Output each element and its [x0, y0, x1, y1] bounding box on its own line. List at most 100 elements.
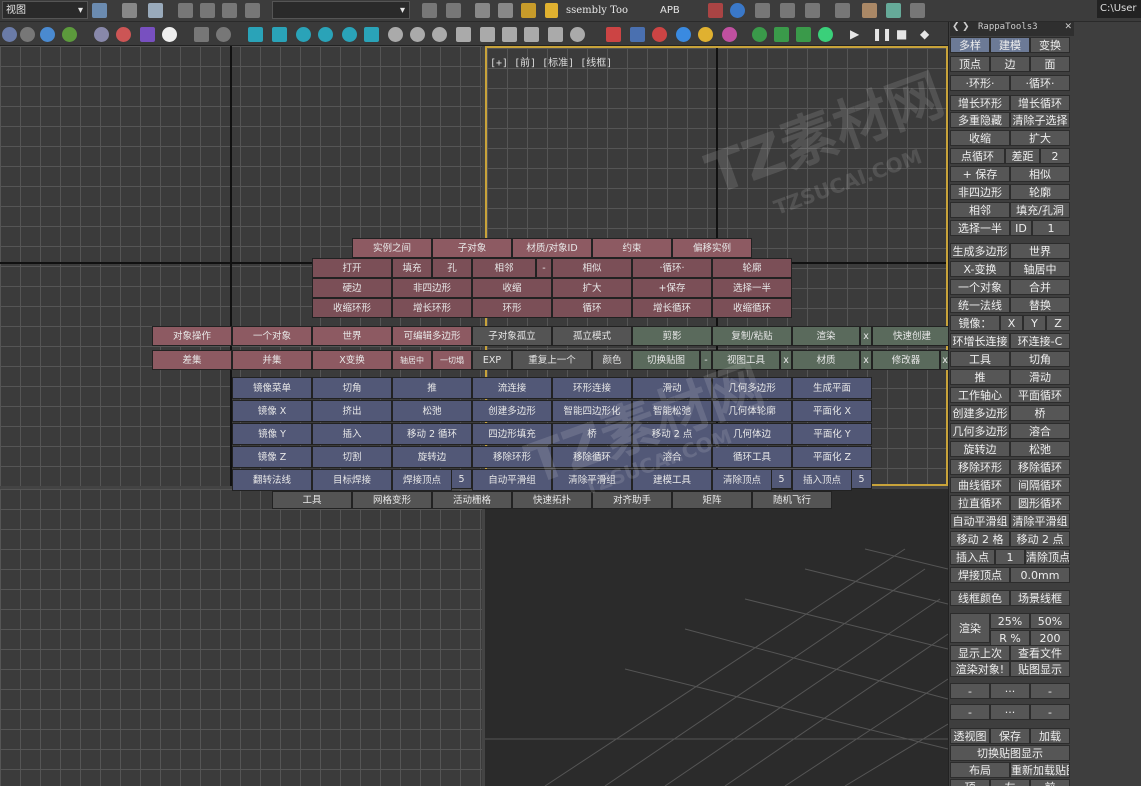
quad-outline[interactable]: 轮廓	[712, 258, 792, 278]
rappa-btn-r39-c0[interactable]: 布局	[950, 762, 1010, 778]
green-star-icon[interactable]	[818, 27, 833, 42]
rappa-btn-r17-c1[interactable]: 切角	[1010, 351, 1070, 367]
sun-icon[interactable]	[410, 27, 425, 42]
rappa-btn-r17-c0[interactable]: 工具	[950, 351, 1010, 367]
quad-blue-r2-c5[interactable]: 移动 2 点	[632, 423, 712, 445]
quad-blue-r2-c4[interactable]: 桥	[552, 423, 632, 445]
quad-blue-r0-c4[interactable]: 环形连接	[552, 377, 632, 399]
viewport-bottom-left[interactable]	[0, 489, 482, 786]
green-grid-icon[interactable]	[796, 27, 811, 42]
rappa-btn-r26-c1[interactable]: 清除平滑组	[1010, 513, 1070, 529]
quad-center-pivot[interactable]: 轴居中	[392, 350, 432, 370]
rappa-btn-r34-c0[interactable]: 渲染对象!	[950, 661, 1010, 677]
quad-tools[interactable]: 工具	[272, 491, 352, 509]
frame-icon[interactable]	[502, 27, 517, 42]
magenta-circle-icon[interactable]	[722, 27, 737, 42]
rappa-btn-r24-c1[interactable]: 间隔循环	[1010, 477, 1070, 493]
spinner-snap-icon[interactable]	[245, 3, 260, 18]
target-icon[interactable]	[524, 27, 539, 42]
quad-blue-r3-c6[interactable]: 循环工具	[712, 446, 792, 468]
tools-icon[interactable]	[910, 3, 925, 18]
rappa-btn-r28-c2[interactable]: 清除顶点	[1025, 549, 1070, 565]
rappa-btn-r0-c1[interactable]: 建模	[990, 37, 1030, 53]
quad-shrink-ring[interactable]: 收缩环形	[312, 298, 392, 318]
rappa-btn-r13-c1[interactable]: 合并	[1010, 279, 1070, 295]
percent-snap-icon[interactable]	[222, 3, 237, 18]
move-icon[interactable]	[122, 3, 137, 18]
rappa-btn-r27-c0[interactable]: 移动 2 格	[950, 531, 1010, 547]
rappa-btn-r28-c1[interactable]: 1	[995, 549, 1025, 565]
quad-object-ops[interactable]: 对象操作	[152, 326, 232, 346]
quad-blue-r0-c5[interactable]: 滑动	[632, 377, 712, 399]
quad-select-half[interactable]: 选择一半	[712, 278, 792, 298]
rappa-btn-r16-c0[interactable]: 环增长连接	[950, 333, 1010, 349]
rappa-btn-r5-c1[interactable]: 扩大	[1010, 130, 1070, 146]
mirror-icon[interactable]	[422, 3, 437, 18]
rappa-btn-r36-c1[interactable]: ···	[990, 704, 1030, 720]
render-setup-icon[interactable]	[755, 3, 770, 18]
water-drop-icon[interactable]	[676, 27, 691, 42]
rappa-btn-r21-c1[interactable]: 溶合	[1010, 423, 1070, 439]
rappa-btn-r11-c0[interactable]: 生成多边形	[950, 243, 1010, 259]
assembly-tools-label[interactable]: ssembly Too	[566, 2, 628, 20]
rappa-btn-r23-c0[interactable]: 移除环形	[950, 459, 1010, 475]
quad-blue-r2-c3[interactable]: 四边形填充	[472, 423, 552, 445]
path-field[interactable]: C:\User	[1097, 0, 1141, 18]
globe-icon[interactable]	[40, 27, 55, 42]
rappa-btn-r12-c0[interactable]: X-变换	[950, 261, 1010, 277]
layer-icon[interactable]	[475, 3, 490, 18]
rappa-btn-r10-c0[interactable]: 选择一半	[950, 220, 1010, 236]
rappa-btn-r40-c0[interactable]: 顶	[950, 779, 990, 786]
quad-active-grid[interactable]: 活动栅格	[432, 491, 512, 509]
quad-quick-create[interactable]: 快速创建	[872, 326, 952, 346]
quad-toggle-map[interactable]: 切换贴图	[632, 350, 700, 370]
rappa-btn-r35-c2[interactable]: -	[1030, 683, 1070, 699]
rappa-btn-r26-c0[interactable]: 自动平滑组	[950, 513, 1010, 529]
quad-subobject[interactable]: 子对象	[432, 238, 512, 258]
quad-x-transform[interactable]: X变换	[312, 350, 392, 370]
quad-editable-poly[interactable]: 可编辑多边形	[392, 326, 472, 346]
quad-clear-vert-num[interactable]: 5	[772, 469, 792, 489]
lamp-icon[interactable]	[388, 27, 403, 42]
named-selection-dropdown[interactable]: ▾	[272, 1, 410, 19]
quad-material-close[interactable]: x	[860, 350, 872, 370]
rappa-btn-r25-c1[interactable]: 圆形循环	[1010, 495, 1070, 511]
quad-quick-topo[interactable]: 快速拓扑	[512, 491, 592, 509]
rappa-btn-r13-c0[interactable]: 一个对象	[950, 279, 1010, 295]
quad-blue-r3-c0[interactable]: 镜像 Z	[232, 446, 312, 468]
quad-toggle-map-sep[interactable]: -	[700, 350, 712, 370]
quad-adjacent[interactable]: 相邻	[472, 258, 536, 278]
quad-weld-num[interactable]: 5	[452, 469, 472, 489]
file-icon[interactable]	[194, 27, 209, 42]
rappa-btn-r31-c0[interactable]: 渲染	[950, 613, 990, 643]
shader-ball-icon[interactable]	[94, 27, 109, 42]
rappa-btn-r7-c0[interactable]: + 保存	[950, 166, 1010, 182]
select-icon[interactable]	[92, 3, 107, 18]
rappa-btn-r37-c0[interactable]: 透视图	[950, 728, 990, 744]
rappa-btn-r22-c0[interactable]: 旋转边	[950, 441, 1010, 457]
quad-blue-r2-c0[interactable]: 镜像 Y	[232, 423, 312, 445]
help-icon[interactable]	[216, 27, 231, 42]
quad-blue-r4-c0[interactable]: 翻转法线	[232, 469, 312, 491]
red-cube-icon[interactable]	[606, 27, 621, 42]
quad-blue-r1-c2[interactable]: 松弛	[392, 400, 472, 422]
sphere-icon[interactable]	[2, 27, 17, 42]
quad-blue-r3-c2[interactable]: 旋转边	[392, 446, 472, 468]
rappa-btn-r4-c1[interactable]: 清除子选择	[1010, 112, 1070, 128]
chevron-left-icon[interactable]: ❮	[952, 22, 960, 32]
rappa-btn-r35-c0[interactable]: -	[950, 683, 990, 699]
rappa-btn-r0-c0[interactable]: 多样	[950, 37, 990, 53]
quad-blue-r3-c3[interactable]: 移除环形	[472, 446, 552, 468]
material-editor-icon[interactable]	[730, 3, 745, 18]
quad-separator[interactable]: -	[536, 258, 552, 278]
quad-material[interactable]: 材质	[792, 350, 860, 370]
quad-blue-r4-c4[interactable]: 清除平滑组	[552, 469, 632, 491]
rappa-btn-r6-c1[interactable]: 差距	[1005, 148, 1040, 164]
quad-one-object[interactable]: 一个对象	[232, 326, 312, 346]
quad-blue-r4-c7[interactable]: 插入顶点	[792, 469, 852, 491]
quad-blue-r4-c2[interactable]: 焊接顶点	[392, 469, 452, 491]
schematic-icon[interactable]	[708, 3, 723, 18]
quad-insert-vert-num[interactable]: 5	[852, 469, 872, 489]
quad-material-id[interactable]: 材质/对象ID	[512, 238, 592, 258]
rappa-btn-r34-c1[interactable]: 贴图显示	[1010, 661, 1070, 677]
